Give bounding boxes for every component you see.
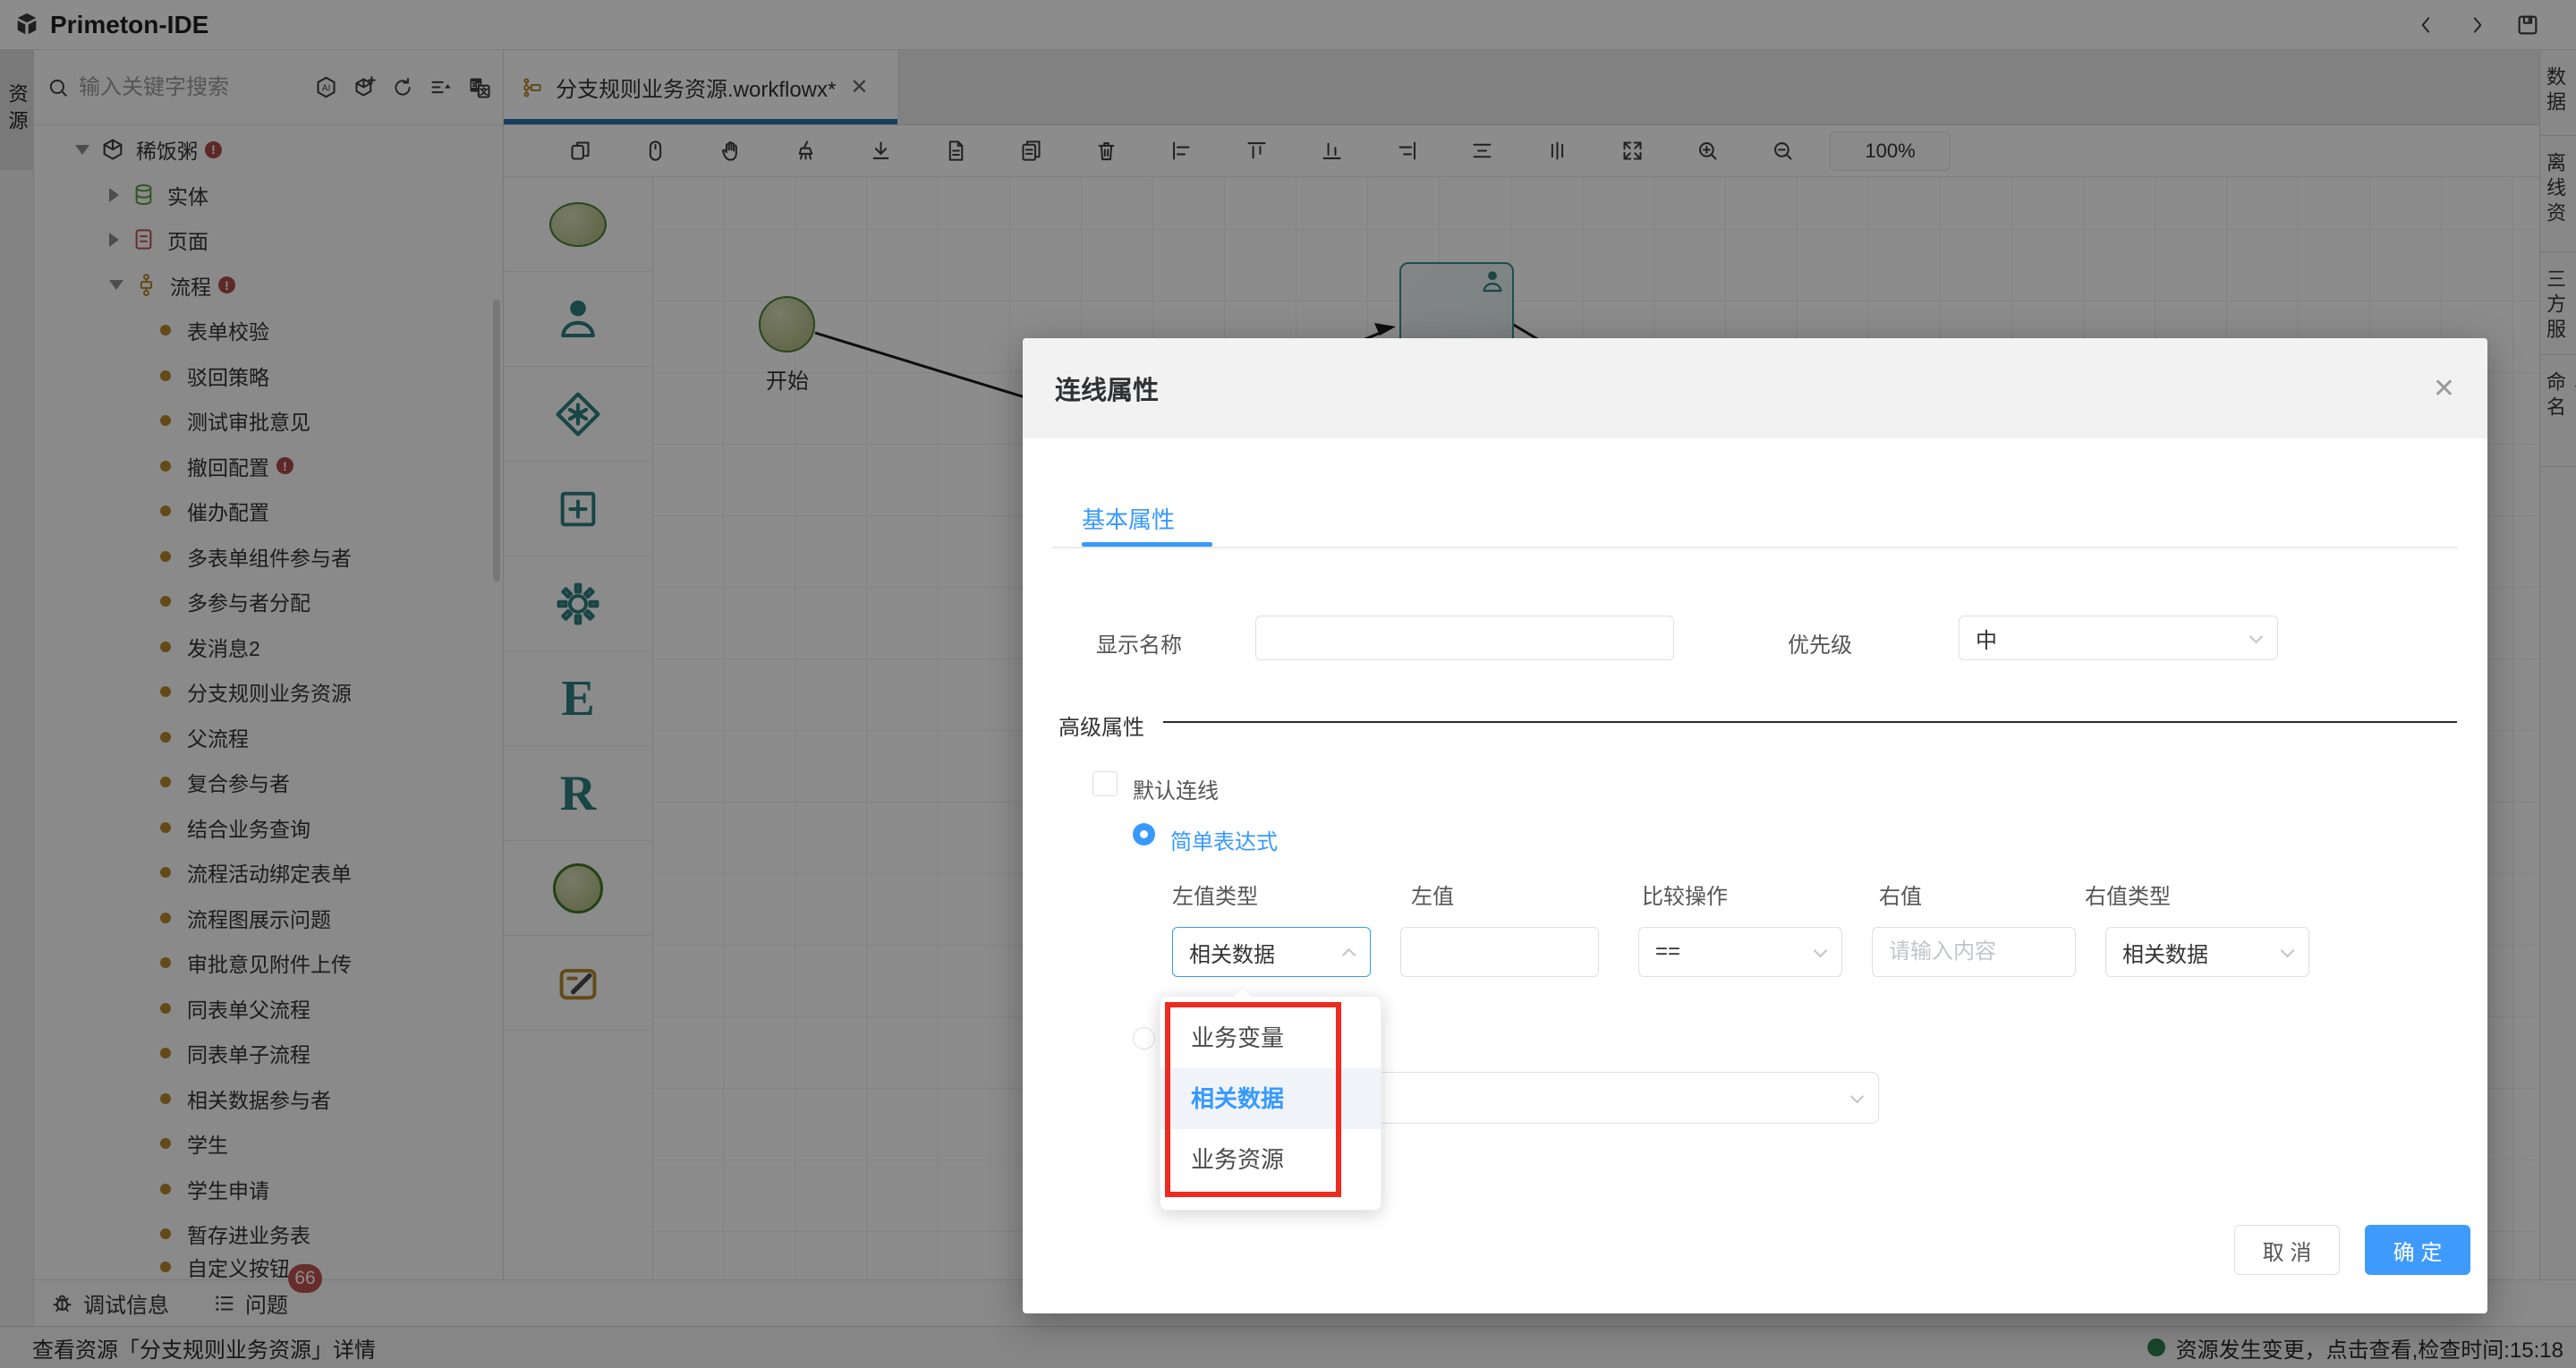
option-related-data[interactable]: 相关数据 <box>1160 1068 1381 1129</box>
left-type-dropdown: 业务变量 相关数据 业务资源 <box>1160 986 1382 1211</box>
cancel-button[interactable]: 取 消 <box>2234 1225 2340 1275</box>
advanced-section-label: 高级属性 <box>1058 716 1144 740</box>
app-window: Primeton-IDE 资源 AI En文 稀饭 <box>0 0 2576 1368</box>
operator-col-label: 比较操作 <box>1642 885 1728 909</box>
chevron-down-icon <box>2280 943 2295 957</box>
chevron-down-icon <box>1813 943 1828 957</box>
operator-select[interactable]: == <box>1638 927 1842 977</box>
chevron-up-icon <box>1341 947 1356 962</box>
left-value-input[interactable] <box>1400 927 1599 977</box>
chevron-down-icon <box>1849 1089 1865 1103</box>
simple-expression-label: 简单表达式 <box>1170 830 1278 854</box>
advanced-divider <box>1163 721 2457 723</box>
tabs-divider <box>1052 547 2458 548</box>
priority-select[interactable]: 中 <box>1959 616 2278 660</box>
confirm-button[interactable]: 确 定 <box>2365 1225 2470 1275</box>
dialog-close-icon[interactable]: ✕ <box>2433 373 2455 404</box>
tab-basic-properties[interactable]: 基本属性 <box>1082 502 1175 535</box>
left-type-select[interactable]: 相关数据 <box>1172 927 1371 977</box>
right-type-select[interactable]: 相关数据 <box>2105 927 2309 977</box>
right-value-col-label: 右值 <box>1879 885 1922 909</box>
option-business-resource[interactable]: 业务资源 <box>1160 1129 1381 1190</box>
default-line-label: 默认连线 <box>1133 779 1219 803</box>
right-value-input[interactable] <box>1872 927 2076 977</box>
right-type-col-label: 右值类型 <box>2085 885 2171 909</box>
left-value-col-label: 左值 <box>1411 885 1454 909</box>
left-type-col-label: 左值类型 <box>1172 885 1258 909</box>
option-business-variable[interactable]: 业务变量 <box>1160 1007 1381 1068</box>
dialog-title: 连线属性 <box>1055 377 1160 405</box>
chevron-down-icon <box>2249 629 2264 643</box>
display-name-input[interactable] <box>1255 616 1674 660</box>
simple-expression-radio[interactable] <box>1133 823 1155 845</box>
display-name-label: 显示名称 <box>1096 633 1182 658</box>
complex-expression-radio[interactable] <box>1133 1027 1155 1049</box>
dialog-header: 连线属性 ✕ <box>1023 338 2487 438</box>
priority-label: 优先级 <box>1788 633 1852 658</box>
default-line-checkbox[interactable] <box>1092 771 1118 796</box>
